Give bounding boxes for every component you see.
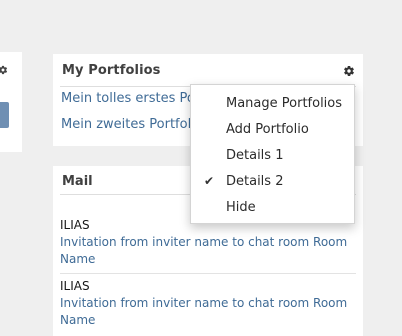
- portfolio-link-2[interactable]: Mein zweites Portfolio: [61, 117, 203, 132]
- menu-item-add-portfolio[interactable]: Add Portfolio: [191, 117, 354, 143]
- left-panel: [0, 52, 22, 152]
- portfolios-header: My Portfolios: [60, 54, 356, 87]
- left-gear-icon[interactable]: [0, 60, 8, 75]
- menu-item-label: Details 1: [226, 148, 284, 163]
- menu-item-label: Hide: [226, 200, 256, 215]
- gear-icon[interactable]: [343, 62, 355, 76]
- mail-subject-link[interactable]: Invitation from inviter name to chat roo…: [60, 295, 356, 329]
- portfolio-settings-dropdown: Manage Portfolios Add Portfolio Details …: [190, 84, 355, 224]
- mail-title: Mail: [62, 174, 93, 189]
- menu-item-manage-portfolios[interactable]: Manage Portfolios: [191, 91, 354, 117]
- mail-item[interactable]: ILIAS Invitation from inviter name to ch…: [60, 217, 356, 274]
- checkmark-icon: ✔: [204, 174, 215, 188]
- mail-subject-link[interactable]: Invitation from inviter name to chat roo…: [60, 234, 356, 268]
- left-panel-button[interactable]: [0, 102, 9, 128]
- menu-item-label: Details 2: [226, 174, 284, 189]
- menu-item-hide[interactable]: Hide: [191, 195, 354, 221]
- mail-sender: ILIAS: [60, 279, 90, 293]
- menu-item-details-1[interactable]: Details 1: [191, 143, 354, 169]
- menu-item-label: Add Portfolio: [226, 122, 309, 137]
- portfolios-title: My Portfolios: [62, 63, 161, 78]
- menu-item-label: Manage Portfolios: [226, 96, 343, 111]
- menu-item-details-2[interactable]: ✔ Details 2: [191, 169, 354, 195]
- mail-item[interactable]: ILIAS Invitation from inviter name to ch…: [60, 278, 356, 336]
